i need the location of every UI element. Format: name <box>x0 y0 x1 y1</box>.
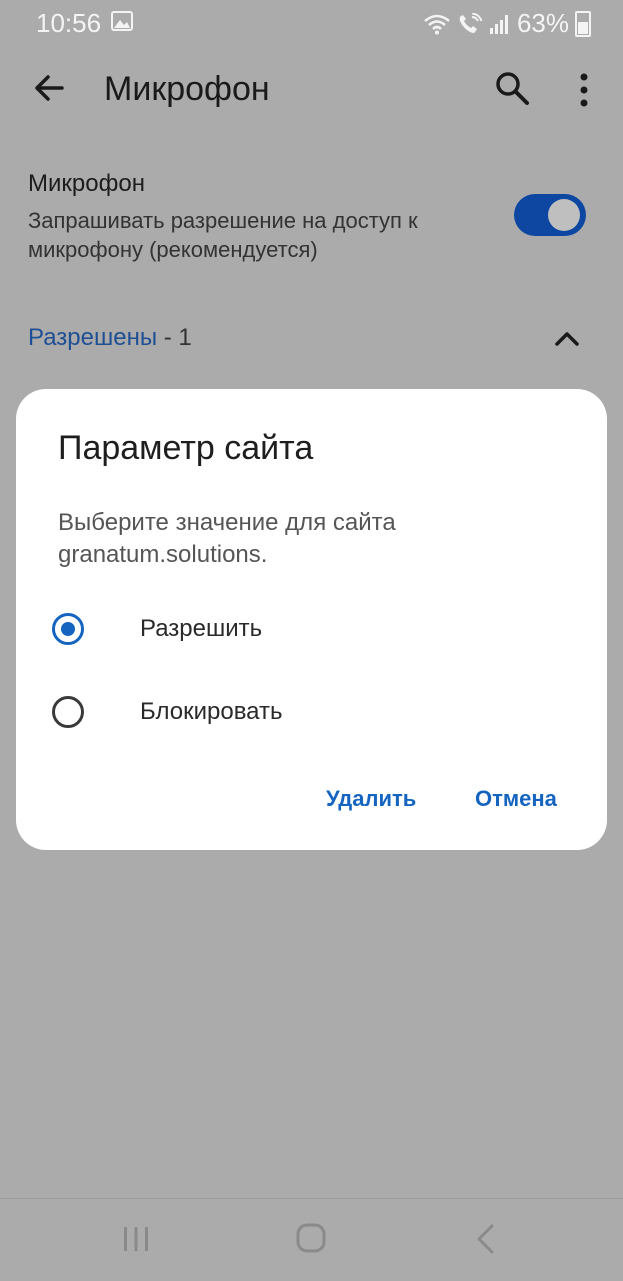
battery-percent: 63% <box>516 8 569 38</box>
allowed-section-count: - 1 <box>157 324 192 351</box>
radio-block[interactable] <box>52 696 84 728</box>
site-setting-dialog: Параметр сайта Выберите значение для сай… <box>16 389 607 850</box>
option-allow-label: Разрешить <box>140 615 263 642</box>
nav-back-icon[interactable] <box>474 1223 496 1255</box>
system-nav-bar <box>0 1198 623 1281</box>
home-icon[interactable] <box>296 1223 326 1253</box>
search-icon[interactable] <box>492 68 532 108</box>
battery-icon <box>575 10 591 37</box>
option-allow[interactable]: Разрешить <box>52 605 572 653</box>
cancel-button[interactable]: Отмена <box>475 786 557 812</box>
microphone-setting-row[interactable]: Микрофон Запрашивать разрешение на досту… <box>28 170 478 264</box>
microphone-toggle[interactable] <box>514 194 586 236</box>
dialog-message: Выберите значение для сайта granatum.sol… <box>58 509 396 568</box>
option-block-label: Блокировать <box>140 698 283 725</box>
dialog-title: Параметр сайта <box>58 429 314 467</box>
status-time: 10:56 <box>36 8 102 38</box>
toggle-knob <box>548 199 580 231</box>
gallery-icon <box>111 11 133 31</box>
page-title: Микрофон <box>104 70 270 108</box>
option-block[interactable]: Блокировать <box>52 688 572 736</box>
status-bar: 10:56 63% <box>0 0 623 44</box>
setting-title: Микрофон <box>28 170 145 197</box>
allowed-section-header[interactable]: Разрешены - 1 <box>28 324 192 352</box>
wifi-calling-icon <box>459 12 483 33</box>
allowed-section-label: Разрешены <box>28 324 158 351</box>
status-icons: 63% <box>423 8 591 39</box>
more-vert-icon[interactable] <box>570 70 598 110</box>
recents-icon[interactable] <box>122 1225 150 1253</box>
setting-description: Запрашивать разрешение на доступ к микро… <box>28 208 418 262</box>
chevron-up-icon[interactable] <box>552 326 582 350</box>
back-arrow-icon[interactable] <box>28 66 72 110</box>
app-bar: Микрофон <box>0 44 623 136</box>
radio-allow[interactable] <box>52 613 84 645</box>
signal-icon <box>489 14 508 34</box>
wifi-icon <box>424 14 450 34</box>
delete-button[interactable]: Удалить <box>326 786 416 812</box>
